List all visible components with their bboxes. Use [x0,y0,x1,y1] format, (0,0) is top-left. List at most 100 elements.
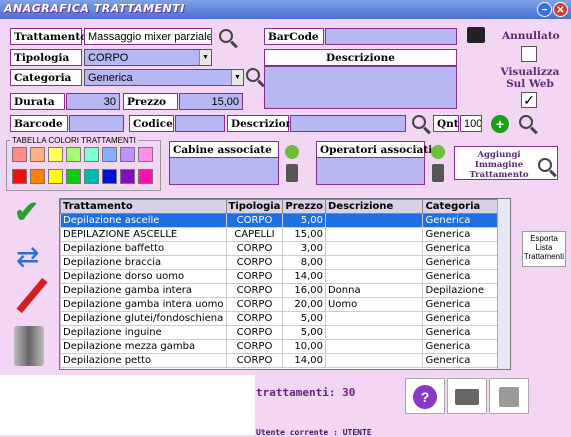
prezzo-label: Prezzo [123,93,178,110]
color-swatch[interactable] [48,147,63,162]
edit-pencil-icon[interactable] [16,277,48,314]
grid-scrollbar[interactable] [497,199,510,369]
color-swatch[interactable] [84,147,99,162]
help-icon: ? [413,385,437,409]
search-descrizione-label: Descrizione [227,115,300,132]
color-swatch[interactable] [138,147,153,162]
table-cell: Depilazione dorso uomo [60,269,227,284]
table-cell: CORPO [225,311,284,326]
cabine-label: Cabine associate [169,141,279,158]
table-cell: CORPO [225,213,284,228]
color-swatch[interactable] [84,169,99,184]
table-cell: CORPO [225,353,284,368]
table-row[interactable]: Depilazione gamba intera uomo CORPO 20,00 U… [60,297,500,312]
cabine-list[interactable] [169,157,279,185]
table-row[interactable]: Depilazione baffetto CORPO 3,00 Generica [60,241,500,256]
tipologia-value: CORPO [88,52,129,64]
table-cell: Generica [422,213,500,228]
barcode-top-input[interactable] [325,28,457,45]
table-cell: CORPO [225,283,284,298]
operatori-list[interactable] [316,157,425,185]
table-cell [324,353,424,368]
table-cell: 14,00 [282,353,326,368]
prezzo-input[interactable]: 15,00 [179,93,243,110]
print-setup-button[interactable] [489,378,529,414]
add-icon[interactable]: + [491,115,509,133]
grid-header-2[interactable]: Prezzo [282,199,326,214]
table-row[interactable]: Depilazione petto CORPO 14,00 Generica [60,353,500,368]
close-icon[interactable]: ✕ [553,2,568,17]
table-cell: Uomo [324,297,424,312]
table-row[interactable]: Depilazione ascelle CORPO 5,00 Generica [60,213,500,228]
trattamento-input[interactable]: Massaggio mixer parziale [84,28,212,45]
grid-header-1[interactable]: Tipologia [225,199,284,214]
grid-header-4[interactable]: Categoria [422,199,500,214]
search-descrizione-input[interactable] [290,115,406,132]
color-swatch[interactable] [12,169,27,184]
trash-icon[interactable] [14,326,44,366]
table-cell: Donna [324,283,424,298]
table-row[interactable]: Depilazione inguine CORPO 5,00 Generica [60,325,500,340]
qnt-input[interactable]: 100 [460,115,482,132]
search-codice-input[interactable] [175,115,225,132]
table-cell: Generica [422,241,500,256]
search-icon[interactable] [412,115,426,129]
color-swatch[interactable] [66,147,81,162]
add-cabina-icon[interactable] [285,145,299,159]
table-cell: Generica [422,311,500,326]
chevron-down-icon: ▼ [231,70,243,85]
grid-header-0[interactable]: Trattamento [60,199,227,214]
table-cell: 3,00 [282,241,326,256]
trash-icon[interactable] [286,164,298,182]
add-operatore-icon[interactable] [431,145,445,159]
table-cell: Generica [422,353,500,368]
treatments-grid[interactable]: Trattamento Tipologia Prezzo Descrizione Cat… [59,198,511,370]
table-cell: 5,00 [282,213,326,228]
durata-label: Durata [10,93,65,110]
categoria-select[interactable]: Generica ▼ [84,69,244,86]
color-swatch[interactable] [30,147,45,162]
table-cell: CORPO [225,297,284,312]
durata-input[interactable]: 30 [66,93,120,110]
color-swatch[interactable] [66,169,81,184]
grid-header-3[interactable]: Descrizione [324,199,424,214]
color-swatch[interactable] [138,169,153,184]
search-barcode-input[interactable] [69,115,124,132]
table-row[interactable]: DEPILAZIONE ASCELLE CAPELLI 15,00 Generica [60,227,500,242]
visualizza-checkbox[interactable]: ✓ [521,92,537,108]
categoria-value: Generica [88,72,133,84]
minimize-icon[interactable]: − [537,2,552,17]
trash-icon[interactable] [432,164,444,182]
table-cell: Generica [422,339,500,354]
color-swatch[interactable] [102,169,117,184]
table-cell [324,255,424,270]
table-row[interactable]: Depilazione glutei/fondoschiena CORPO 5,00… [60,311,500,326]
color-swatch[interactable] [102,147,117,162]
color-swatch[interactable] [30,169,45,184]
table-cell: 15,00 [282,227,326,242]
print-button[interactable] [447,378,487,414]
table-cell: Depilazione glutei/fondoschiena [60,311,227,326]
clapperboard-icon[interactable] [467,27,485,43]
refresh-icon[interactable]: ⇄ [16,240,39,273]
color-swatch[interactable] [48,169,63,184]
export-button[interactable]: Esporta Lista Trattamenti [522,231,566,267]
color-swatch[interactable] [120,169,135,184]
search-icon[interactable] [219,29,233,43]
table-row[interactable]: Depilazione braccia CORPO 8,00 Generica [60,255,500,270]
color-swatch[interactable] [12,147,27,162]
confirm-check-icon[interactable]: ✔ [14,195,39,230]
table-row[interactable]: Depilazione gamba intera CORPO 16,00 Donna D… [60,283,500,298]
descrizione-textarea[interactable] [264,66,457,109]
tipologia-select[interactable]: CORPO ▼ [84,49,212,66]
table-cell: Depilazione petto [60,353,227,368]
table-cell: Depilazione ascelle [60,213,227,228]
help-button[interactable]: ? [405,378,445,414]
color-swatch[interactable] [120,147,135,162]
search-icon[interactable] [246,68,260,82]
table-row[interactable]: Depilazione dorso uomo CORPO 14,00 Generica [60,269,500,284]
search-icon[interactable] [519,115,533,129]
table-cell [324,227,424,242]
annullato-checkbox[interactable] [521,46,537,62]
table-row[interactable]: Depilazione mezza gamba CORPO 10,00 Generic… [60,339,500,354]
